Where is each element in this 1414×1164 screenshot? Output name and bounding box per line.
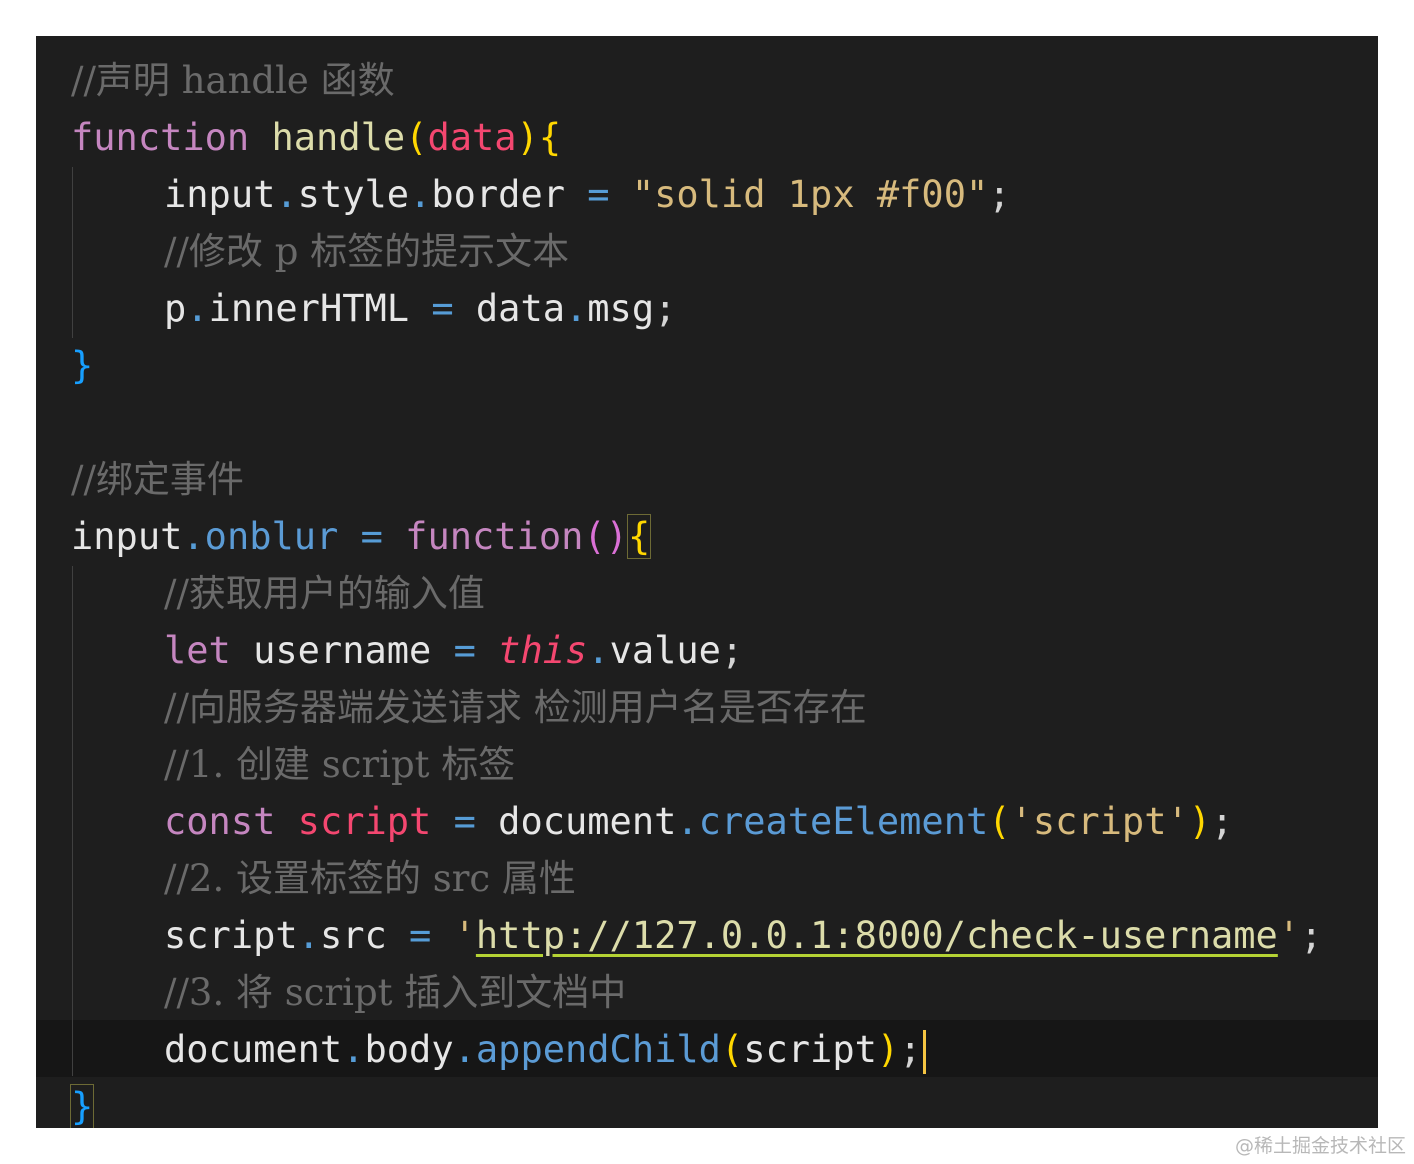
- function-name: handle: [271, 116, 406, 159]
- property: msg: [587, 287, 655, 330]
- property: innerHTML: [208, 287, 410, 330]
- parameter: data: [427, 116, 517, 159]
- code-line-13: //1. 创建 script 标签: [36, 736, 515, 793]
- comment: //声明 handle 函数: [71, 59, 395, 102]
- identifier: input: [71, 515, 183, 558]
- keyword: let: [164, 629, 231, 672]
- keyword: function: [71, 116, 250, 159]
- string-literal: "solid 1px #f00": [631, 173, 989, 216]
- code-line-1: //声明 handle 函数: [36, 52, 395, 109]
- code-line-16: script.src = 'http://127.0.0.1:8000/chec…: [164, 914, 1323, 957]
- argument: script: [743, 1028, 877, 1071]
- url-string-link[interactable]: http://127.0.0.1:8000/check-username: [476, 914, 1278, 957]
- comment: //2. 设置标签的 src 属性: [164, 857, 576, 900]
- code-line-6: }: [36, 337, 125, 394]
- code-line-17: //3. 将 script 插入到文档中: [36, 964, 626, 1021]
- comment: //1. 创建 script 标签: [164, 743, 516, 786]
- property: src: [319, 914, 387, 957]
- code-editor[interactable]: //声明 handle 函数 function handle(data){ in…: [36, 36, 1378, 1128]
- identifier: data: [475, 287, 565, 330]
- code-line-15: //2. 设置标签的 src 属性: [36, 850, 576, 907]
- property: border: [431, 173, 565, 216]
- method-name: createElement: [698, 800, 989, 843]
- keyword-this: this: [498, 629, 588, 672]
- comment: //获取用户的输入值: [164, 572, 485, 615]
- property: onblur: [204, 515, 339, 558]
- code-line-10: //获取用户的输入值: [36, 565, 485, 622]
- keyword: function: [405, 515, 584, 558]
- identifier: script: [297, 800, 432, 843]
- identifier: input: [164, 173, 276, 216]
- identifier: p: [164, 287, 187, 330]
- code-line-4: //修改 p 标签的提示文本: [36, 223, 569, 280]
- string-literal: 'script': [1010, 800, 1189, 843]
- property: style: [297, 173, 410, 216]
- code-line-19: }: [36, 1078, 125, 1128]
- property: body: [364, 1028, 454, 1071]
- code-line-8: //绑定事件: [36, 451, 244, 508]
- property: value: [609, 629, 721, 672]
- comment: //向服务器端发送请求 检测用户名是否存在: [164, 686, 867, 729]
- code-line-3: input.style.border = "solid 1px #f00";: [164, 173, 1011, 216]
- code-line-11: let username = this.value;: [164, 629, 744, 672]
- keyword: const: [164, 800, 276, 843]
- code-line-9: input.onblur = function(){: [71, 514, 652, 559]
- closing-brace: }: [69, 1084, 95, 1128]
- code-line-18: document.body.appendChild(script);: [36, 1021, 927, 1078]
- identifier: document: [164, 1028, 343, 1071]
- method-name: appendChild: [475, 1028, 721, 1071]
- identifier: document: [498, 800, 677, 843]
- comment: //绑定事件: [71, 458, 244, 501]
- watermark: @稀土掘金技术社区: [1234, 1135, 1406, 1157]
- identifier: username: [253, 629, 432, 672]
- identifier: script: [164, 914, 298, 957]
- code-line-2: function handle(data){: [71, 116, 562, 159]
- comment: //3. 将 script 插入到文档中: [164, 971, 627, 1014]
- code-line-12: //向服务器端发送请求 检测用户名是否存在: [36, 679, 867, 736]
- code-line-5: p.innerHTML = data.msg;: [164, 287, 677, 330]
- closing-brace: }: [71, 344, 94, 387]
- text-cursor: [923, 1029, 927, 1074]
- code-line-14: const script = document.createElement('s…: [164, 800, 1234, 843]
- comment: //修改 p 标签的提示文本: [164, 230, 570, 273]
